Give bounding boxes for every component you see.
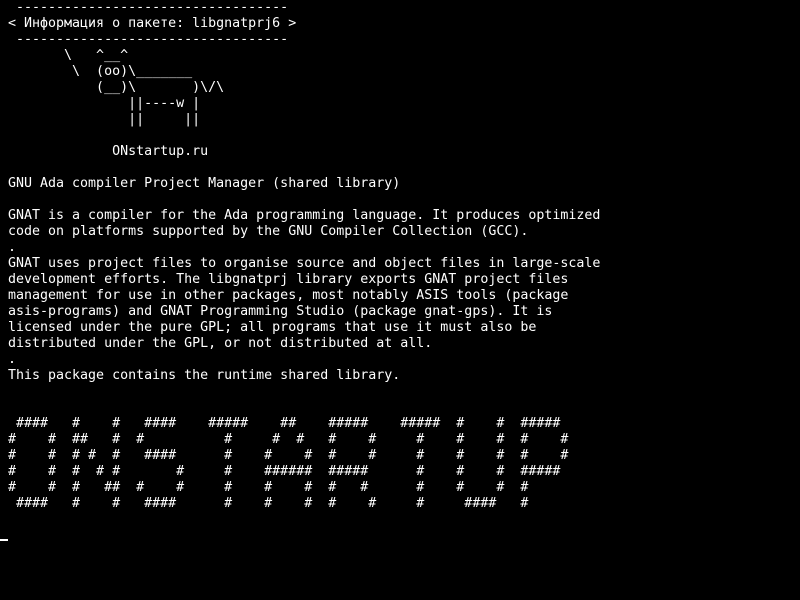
ascii-cow-line: ||----w | (8, 96, 201, 111)
text-cursor (0, 539, 8, 541)
description-line: code on platforms supported by the GNU C… (8, 224, 529, 239)
ascii-cow-line: || || (8, 112, 201, 127)
ascii-cow-line: \ (oo)\_______ (8, 64, 193, 79)
description-line: licensed under the pure GPL; all program… (8, 320, 537, 335)
description-separator: . (8, 352, 17, 367)
ascii-banner-line: # # ## # # # # # # # # # # # # (8, 432, 569, 447)
description-line: asis-programs) and GNAT Programming Stud… (8, 304, 553, 319)
ascii-banner-line: #### # # #### # # # # # # #### # (8, 496, 529, 511)
description-line: development efforts. The libgnatprj libr… (8, 272, 569, 287)
banner-top-border: ---------------------------------- (8, 0, 289, 15)
ascii-cow-line: \ ^__^ (8, 48, 129, 63)
description-line: GNAT is a compiler for the Ada programmi… (8, 208, 601, 223)
description-separator: . (8, 240, 17, 255)
description-line: management for use in other packages, mo… (8, 288, 569, 303)
ascii-banner-line: # # # # # #### # # # # # # # # # # (8, 448, 569, 463)
terminal-output: ---------------------------------- < Инф… (8, 0, 798, 512)
package-summary: GNU Ada compiler Project Manager (shared… (8, 176, 401, 191)
ascii-banner-line: # # # # # # # ###### ##### # # # ##### (8, 464, 561, 479)
description-line: This package contains the runtime shared… (8, 368, 401, 383)
ascii-banner-line: #### # # #### ##### ## ##### ##### # # #… (8, 416, 561, 431)
description-line: GNAT uses project files to organise sour… (8, 256, 601, 271)
site-signature: ONstartup.ru (8, 144, 209, 159)
ascii-cow-line: (__)\ )\/\ (8, 80, 225, 95)
description-line: distributed under the GPL, or not distri… (8, 336, 433, 351)
banner-bottom-border: ---------------------------------- (8, 32, 289, 47)
banner-title: < Информация о пакете: libgnatprj6 > (8, 16, 297, 31)
ascii-banner-line: # # # ## # # # # # # # # # # # (8, 480, 529, 495)
